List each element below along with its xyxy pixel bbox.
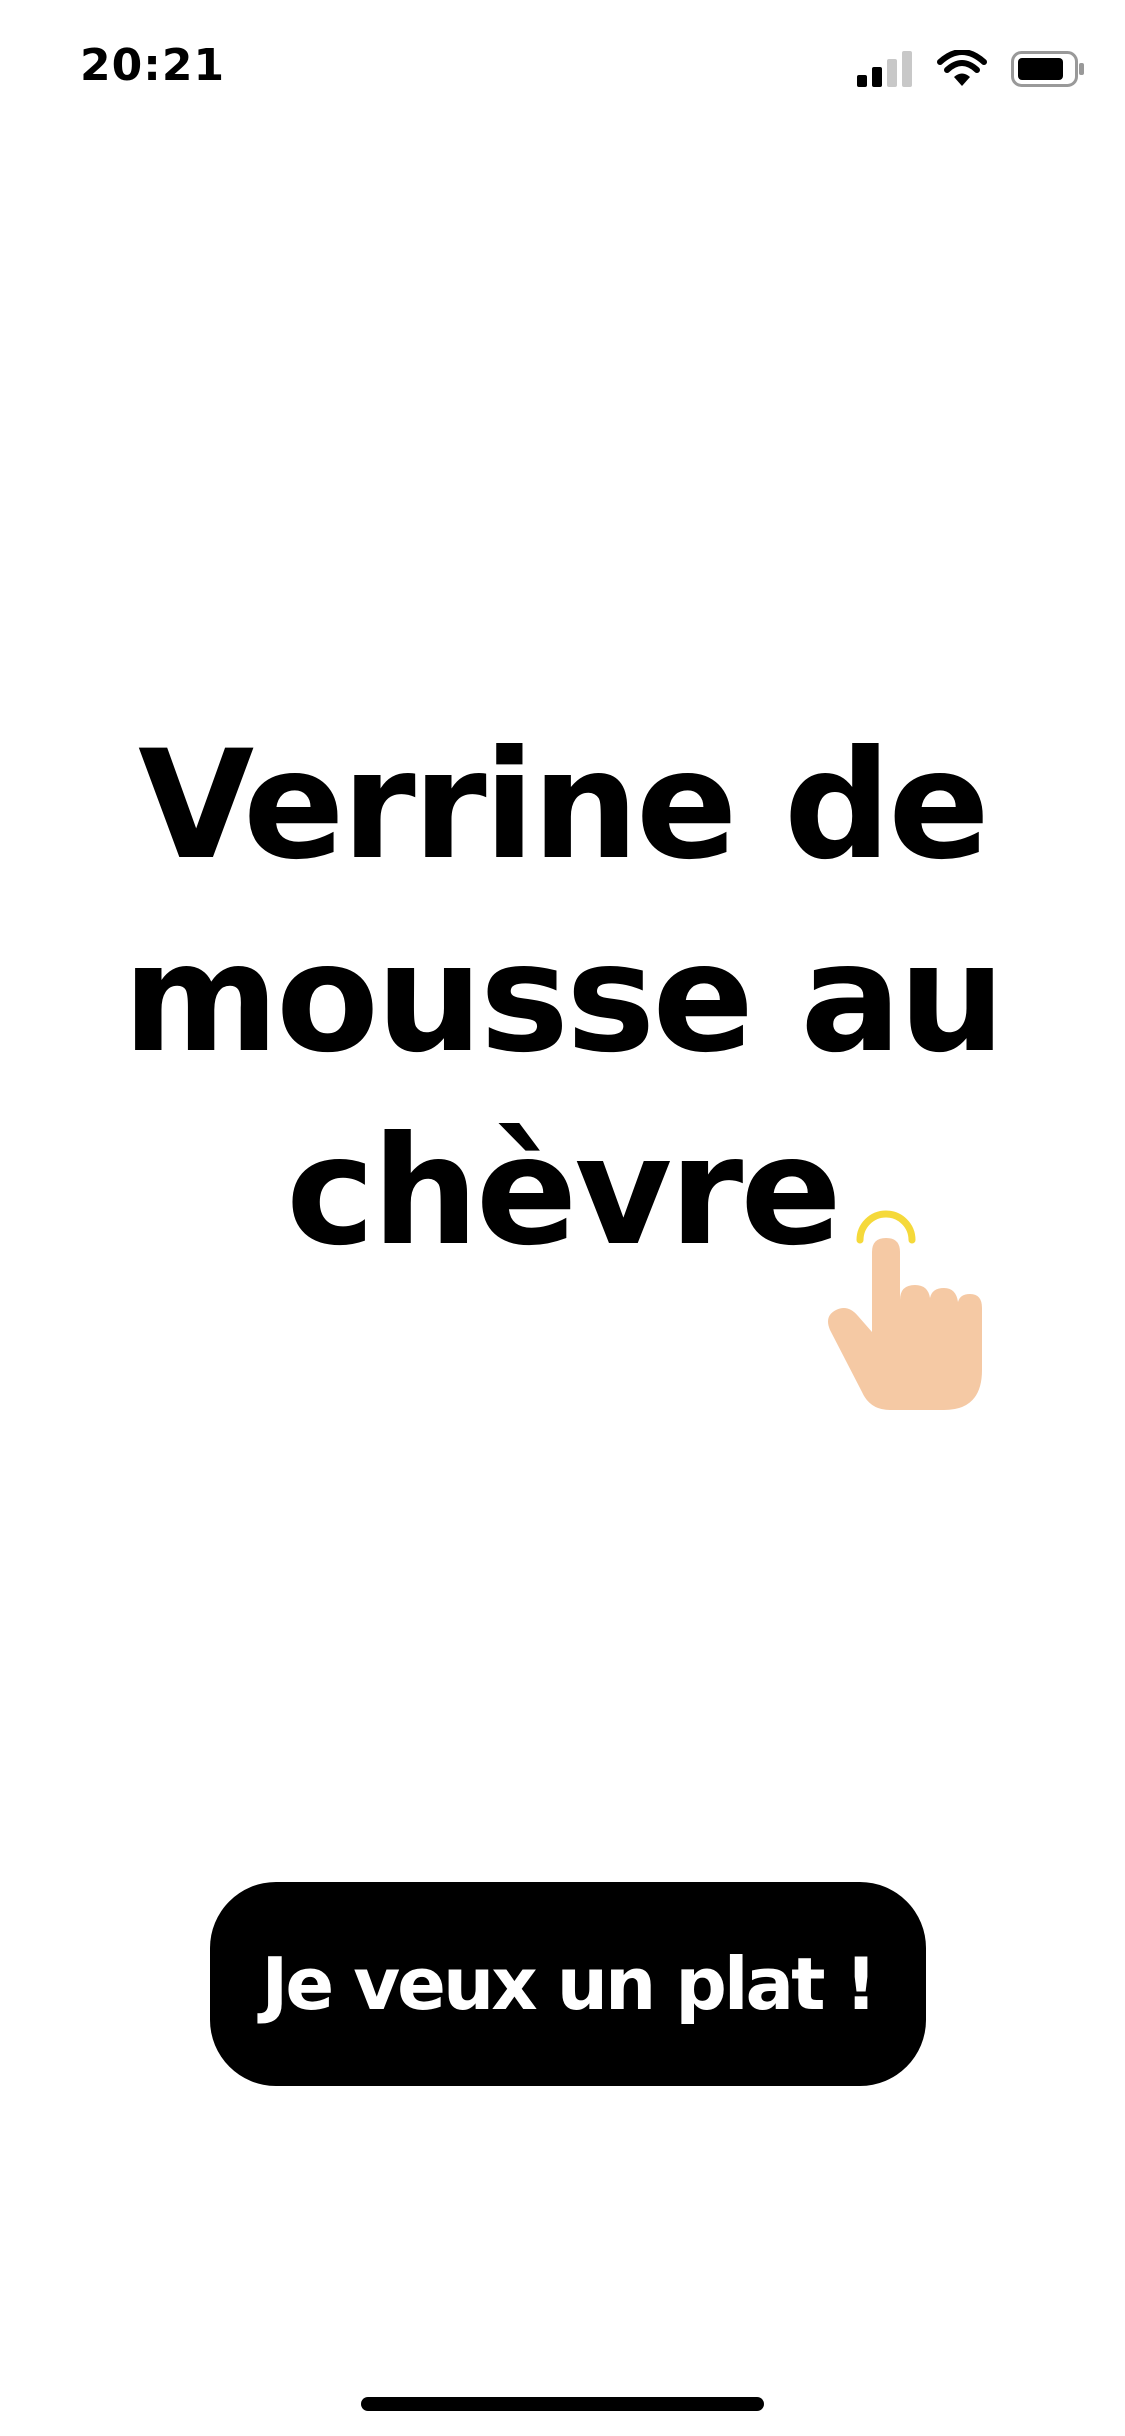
status-icons [857, 48, 1085, 90]
cellular-signal-icon [857, 51, 913, 87]
status-time: 20:21 [80, 40, 226, 91]
status-bar: 20:21 [0, 0, 1125, 140]
wifi-icon [937, 50, 987, 88]
tap-hand-icon [820, 1160, 1020, 1420]
battery-icon [1011, 51, 1085, 87]
want-dish-button[interactable]: Je veux un plat ! [210, 1882, 926, 2086]
home-indicator[interactable] [361, 2397, 764, 2411]
